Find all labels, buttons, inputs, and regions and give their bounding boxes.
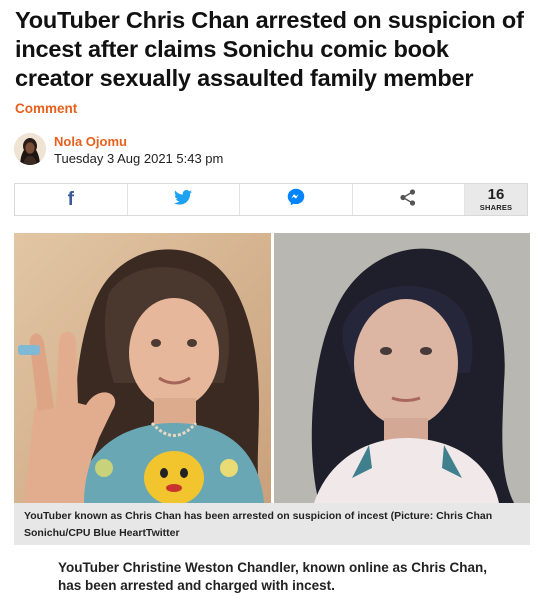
photo-caption: YouTuber known as Chris Chan has been ar… (14, 503, 530, 545)
share-icon (400, 188, 416, 211)
share-count-label: SHARES (479, 203, 513, 213)
article-photo-right (274, 233, 530, 503)
author-name[interactable]: Nola Ojomu (54, 134, 127, 149)
category-link[interactable]: Comment (15, 101, 77, 116)
twitter-icon (174, 189, 193, 210)
share-count: 16 SHARES (465, 184, 527, 215)
share-bar: f 16 SHARES (14, 183, 528, 216)
twitter-share-button[interactable] (128, 184, 240, 215)
article-page: YouTuber Chris Chan arrested on suspicio… (0, 0, 539, 596)
article-photo-left (14, 233, 271, 503)
messenger-share-button[interactable] (240, 184, 353, 215)
author-avatar[interactable] (14, 133, 46, 165)
messenger-icon (287, 188, 305, 211)
generic-share-button[interactable] (353, 184, 465, 215)
article-lead-paragraph: YouTuber Christine Weston Chandler, know… (58, 560, 488, 593)
facebook-share-button[interactable]: f (15, 184, 128, 215)
article-headline: YouTuber Chris Chan arrested on suspicio… (15, 7, 524, 91)
facebook-icon: f (67, 188, 74, 210)
share-count-number: 16 (487, 186, 505, 204)
publish-date: Tuesday 3 Aug 2021 5:43 pm (54, 151, 224, 166)
